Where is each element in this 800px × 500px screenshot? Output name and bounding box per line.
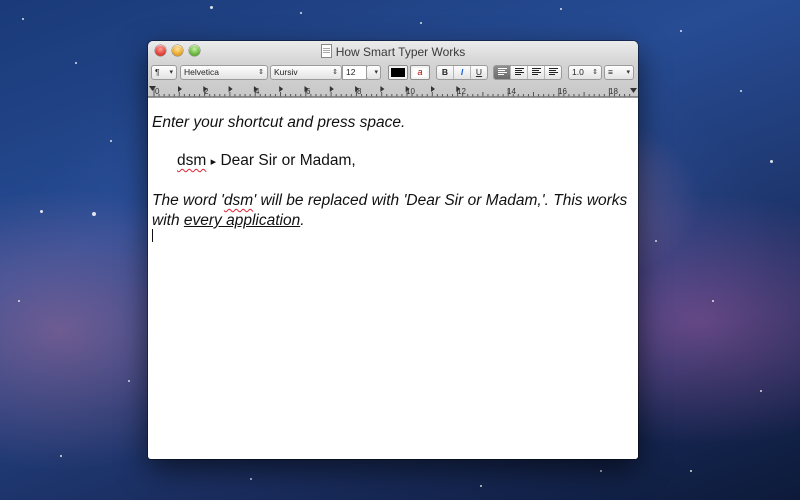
line-spacing-value: 1.0	[572, 67, 584, 77]
text-color-swatch	[391, 68, 405, 77]
align-center-icon	[514, 68, 524, 75]
font-size-menu[interactable]: ▾	[366, 65, 381, 80]
chevron-down-icon: ▾	[169, 69, 173, 76]
font-style-popup[interactable]: Kursiv ⇕	[270, 65, 342, 80]
align-left-button[interactable]	[494, 66, 511, 79]
instruction-line: Enter your shortcut and press space.	[152, 114, 406, 131]
ruler-label: 6	[306, 87, 311, 96]
text-style-segment: B I U	[436, 65, 488, 80]
ruler-label: 10	[406, 87, 415, 96]
font-size-field[interactable]: 12	[342, 65, 367, 80]
paragraph-style-popup[interactable]: ¶ ▾	[151, 65, 177, 80]
paragraph-style-label: ¶	[155, 67, 160, 77]
ruler-label: 12	[457, 87, 466, 96]
tab-stop-marker	[329, 86, 334, 92]
underline-button[interactable]: U	[471, 66, 487, 79]
list-style-popup[interactable]: ≡ ▾	[604, 65, 634, 80]
explanation-start: The word '	[152, 192, 224, 209]
align-justify-button[interactable]	[545, 66, 561, 79]
font-family-value: Helvetica	[184, 67, 219, 77]
ruler-label: 4	[255, 87, 260, 96]
align-center-button[interactable]	[511, 66, 528, 79]
right-indent-marker	[630, 88, 637, 93]
updown-arrows-icon: ⇕	[258, 69, 264, 76]
alignment-segment	[493, 65, 562, 80]
explanation-paragraph: The word 'dsm' will be replaced with 'De…	[152, 191, 630, 231]
tab-stop-marker	[279, 86, 284, 92]
ruler-label: 18	[609, 87, 618, 96]
arrow-right-icon: ▸	[210, 156, 217, 168]
italic-button[interactable]: I	[454, 66, 471, 79]
font-size-value: 12	[346, 67, 356, 77]
expansion-text: Dear Sir or Madam,	[220, 152, 356, 169]
align-right-icon	[531, 68, 541, 75]
explanation-end: .	[300, 212, 305, 229]
updown-arrows-icon: ⇕	[592, 69, 598, 76]
line-spacing-popup[interactable]: 1.0 ⇕	[568, 65, 602, 80]
every-application-link: every application	[183, 212, 301, 229]
chevron-down-icon: ▾	[374, 69, 378, 76]
font-style-value: Kursiv	[274, 67, 298, 77]
text-editor-area[interactable]: Enter your shortcut and press space. dsm…	[148, 98, 638, 459]
tab-stop-marker	[178, 86, 182, 92]
format-toolbar: ¶ ▾ Helvetica ⇕ Kursiv ⇕ 12 ▾ a B I U 1.…	[148, 65, 638, 81]
ruler-label: 0	[155, 87, 160, 96]
font-family-popup[interactable]: Helvetica ⇕	[180, 65, 268, 80]
window-title-container: How Smart Typer Works	[148, 44, 638, 60]
explanation-shortcut: dsm	[223, 192, 254, 209]
text-cursor	[152, 229, 153, 242]
tab-stop-marker	[431, 86, 435, 92]
highlight-color-well[interactable]: a	[410, 65, 430, 80]
tab-stop-marker	[380, 86, 385, 92]
text-color-well[interactable]	[388, 65, 408, 80]
ruler[interactable]: 0 2 4 6 8 10 12 14 16 18	[148, 84, 638, 97]
shortcut-example: dsm ▸ Dear Sir or Madam,	[177, 151, 630, 172]
updown-arrows-icon: ⇕	[332, 69, 338, 76]
chevron-down-icon: ▾	[626, 69, 630, 76]
align-left-icon	[497, 68, 507, 75]
bold-button[interactable]: B	[437, 66, 454, 79]
list-icon: ≡	[608, 67, 613, 77]
document-icon	[320, 44, 332, 58]
ruler-label: 2	[204, 87, 209, 96]
tab-stop-marker	[228, 86, 233, 92]
align-right-button[interactable]	[528, 66, 545, 79]
shortcut-text: dsm	[177, 152, 207, 169]
ruler-label: 16	[558, 87, 567, 96]
highlight-icon: a	[413, 68, 427, 77]
align-justify-icon	[548, 68, 558, 75]
title-bar[interactable]: How Smart Typer Works ¶ ▾ Helvetica ⇕ Ku…	[148, 41, 638, 98]
window-title: How Smart Typer Works	[335, 45, 466, 59]
document-window: How Smart Typer Works ¶ ▾ Helvetica ⇕ Ku…	[148, 41, 638, 459]
ruler-label: 8	[357, 87, 362, 96]
ruler-label: 14	[507, 87, 516, 96]
